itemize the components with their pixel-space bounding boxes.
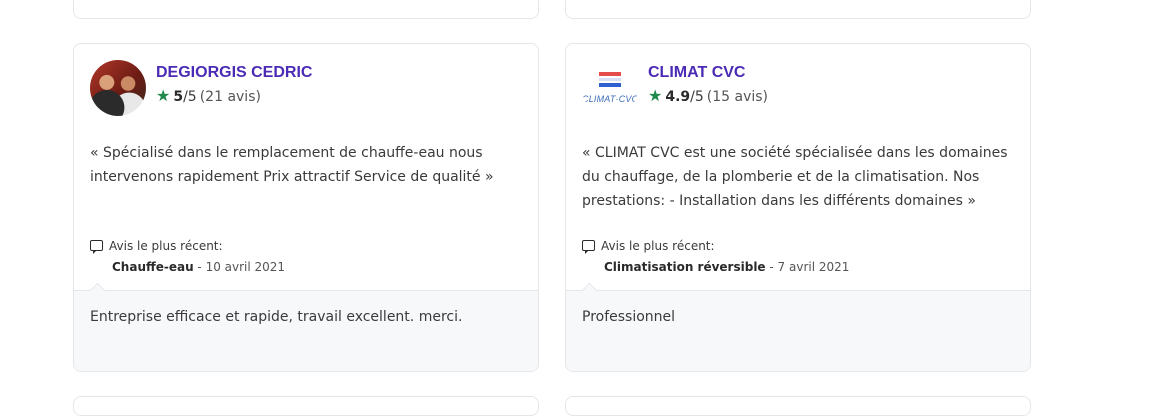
logo-flag-icon — [599, 72, 621, 89]
company-card[interactable]: DEGIORGIS CEDRIC ★ 5/5 (21 avis) « Spécial… — [73, 43, 539, 372]
rating: ★ 5/5 (21 avis) — [156, 86, 261, 105]
recent-review-category: Chauffe-eau — [112, 260, 194, 274]
next-card-b — [565, 396, 1031, 416]
previous-card-b — [565, 0, 1031, 19]
recent-review-date: - 7 avril 2021 — [765, 260, 850, 274]
rating-score: 5 — [173, 89, 184, 105]
previous-card-a — [73, 0, 539, 19]
company-card[interactable]: CLIMAT·CVC CLIMAT CVC ★ 4.9/5 (15 avis) « … — [565, 43, 1031, 372]
latest-review-text: Professionnel — [582, 309, 676, 325]
recent-review-label: Avis le plus récent: — [90, 239, 223, 254]
company-logo[interactable]: CLIMAT·CVC — [582, 60, 638, 116]
rating-score: 4.9 — [665, 89, 691, 105]
recent-review-meta: Chauffe-eau - 10 avril 2021 — [112, 260, 285, 274]
recent-review-category: Climatisation réversible — [604, 260, 766, 274]
review-caret — [89, 282, 106, 299]
review-bubble-icon — [582, 240, 595, 254]
next-card-a — [73, 396, 539, 416]
star-icon: ★ — [156, 86, 171, 105]
star-icon: ★ — [648, 86, 663, 105]
recent-review-label-text: Avis le plus récent: — [109, 239, 223, 253]
review-bubble-icon — [90, 240, 103, 254]
recent-review-date: - 10 avril 2021 — [193, 260, 286, 274]
recent-review-label-text: Avis le plus récent: — [601, 239, 715, 253]
recent-review-meta: Climatisation réversible - 7 avril 2021 — [604, 260, 849, 274]
company-description: « Spécialisé dans le remplacement de cha… — [90, 145, 494, 185]
latest-review: Professionnel — [566, 282, 1030, 371]
company-name[interactable]: CLIMAT CVC — [648, 64, 745, 82]
review-caret — [581, 282, 598, 299]
latest-review-text: Entreprise efficace et rapide, travail e… — [90, 309, 463, 325]
logo-text: CLIMAT·CVC — [582, 94, 638, 104]
company-description: « CLIMAT CVC est une société spécialisée… — [582, 145, 1008, 209]
rating-max: /5 — [183, 89, 197, 105]
review-count: (21 avis) — [199, 89, 261, 105]
recent-review-label: Avis le plus récent: — [582, 239, 715, 254]
latest-review: Entreprise efficace et rapide, travail e… — [74, 282, 538, 371]
rating: ★ 4.9/5 (15 avis) — [648, 86, 768, 105]
company-name[interactable]: DEGIORGIS CEDRIC — [156, 64, 312, 82]
rating-max: /5 — [690, 89, 704, 105]
review-count: (15 avis) — [706, 89, 769, 105]
company-avatar[interactable] — [90, 60, 146, 116]
